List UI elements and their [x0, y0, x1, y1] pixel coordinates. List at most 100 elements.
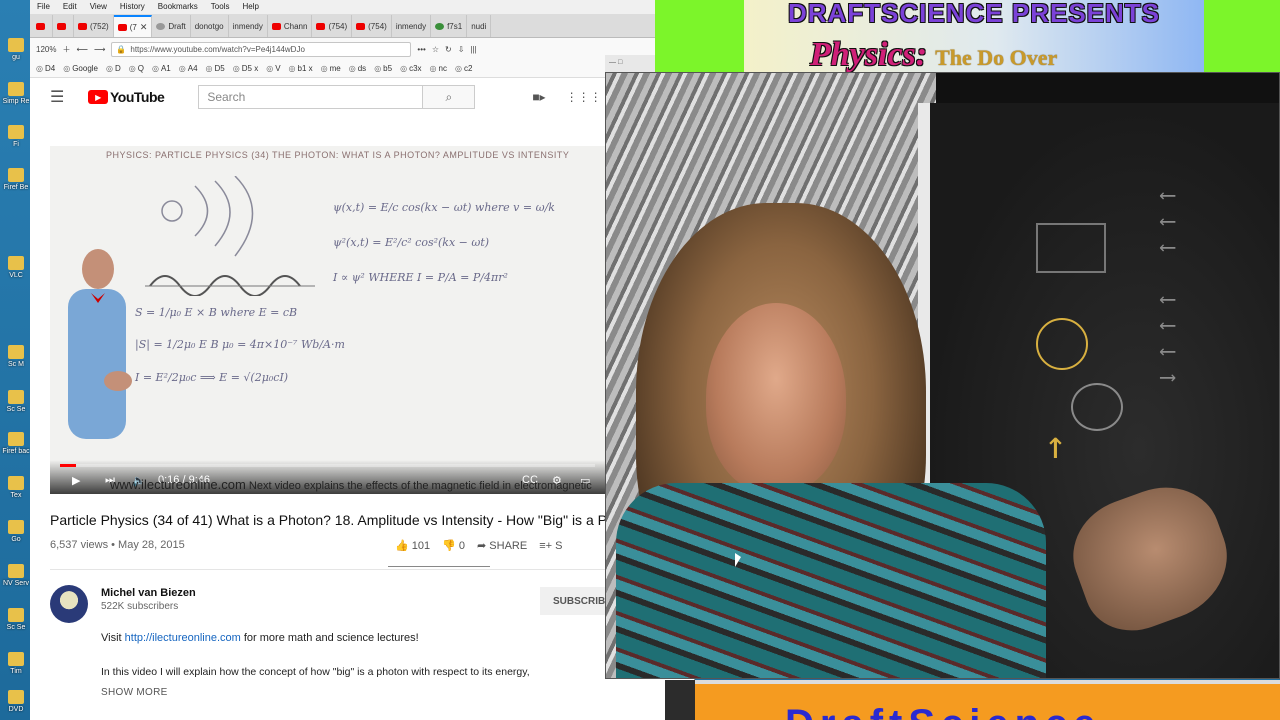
bookmark-item[interactable]: c3x	[400, 64, 421, 73]
mouse-cursor-icon	[735, 553, 741, 567]
play-icon[interactable]: ▶	[72, 474, 80, 487]
bookmark-item[interactable]: D5	[206, 64, 225, 73]
favicon-icon	[356, 22, 366, 30]
browser-tab[interactable]: Chann	[268, 15, 313, 37]
create-video-icon[interactable]: ■▸	[532, 90, 545, 104]
favicon-icon	[271, 22, 281, 30]
share-button[interactable]: ➦ SHARE	[477, 539, 527, 552]
bookmark-item[interactable]: A4	[179, 64, 198, 73]
desktop-icon[interactable]: Firef bac	[0, 432, 32, 456]
channel-name[interactable]: Michel van Biezen	[101, 587, 196, 599]
desktop-icon[interactable]: Tim	[0, 652, 32, 676]
close-tab-icon[interactable]: ✕	[140, 22, 148, 33]
bookmark-star-icon[interactable]: ☆	[432, 45, 439, 54]
progress-bar[interactable]	[60, 464, 595, 467]
whiteboard-equation: |S| = 1/2μ₀ E B μ₀ = 4π×10⁻⁷ Wb/A·m	[135, 338, 345, 351]
zoom-in-icon[interactable]: ＋	[62, 44, 70, 55]
youtube-play-icon: ▶	[88, 90, 108, 104]
menu-history[interactable]: History	[120, 2, 145, 14]
menu-edit[interactable]: Edit	[63, 2, 77, 14]
desktop-icon[interactable]: Sc Se	[0, 390, 32, 414]
tab-label: nudi	[471, 21, 487, 31]
reload-icon[interactable]: ↻	[445, 45, 452, 54]
browser-tab[interactable]	[53, 15, 74, 37]
browser-tab[interactable]: (754)	[352, 15, 392, 37]
browser-tab[interactable]: donotgo	[191, 15, 229, 37]
dark-gap	[665, 680, 695, 720]
show-more-button[interactable]: SHOW MORE	[101, 687, 168, 698]
like-button[interactable]: 👍 101	[395, 539, 430, 552]
download-icon[interactable]: ⇩	[458, 45, 465, 54]
save-button[interactable]: ≡+ S	[539, 540, 562, 552]
browser-tab[interactable]: inmendy	[392, 15, 432, 37]
browser-tab[interactable]: nudi	[467, 15, 492, 37]
desktop-icon-label: DVD	[8, 706, 24, 713]
description-line-1: Visit http://ilectureonline.com for more…	[101, 632, 419, 644]
bookmark-item[interactable]: b5	[374, 64, 392, 73]
bookmark-item[interactable]: me	[321, 64, 341, 73]
caption-site: www.ilectureonline.com	[110, 477, 246, 492]
favicon-icon	[36, 22, 45, 30]
browser-tab[interactable]: Draft	[152, 15, 191, 37]
desktop-icon[interactable]: Simp Re	[0, 82, 32, 106]
bookmark-item[interactable]: Q	[129, 64, 144, 73]
tab-label: Chann	[283, 21, 308, 31]
menu-help[interactable]: Help	[242, 2, 258, 14]
desktop-icon[interactable]: NV Serv	[0, 564, 32, 588]
desktop-icon[interactable]: gu	[0, 38, 32, 62]
menu-tools[interactable]: Tools	[211, 2, 230, 14]
bookmark-item[interactable]: D5 x	[233, 64, 258, 73]
forward-icon[interactable]: ⟶	[94, 45, 105, 54]
bookmark-item[interactable]: D	[106, 64, 121, 73]
description-link[interactable]: http://ilectureonline.com	[125, 632, 241, 644]
bookmark-item[interactable]: D4	[36, 64, 55, 73]
menu-view[interactable]: View	[90, 2, 107, 14]
search-button[interactable]: ⌕	[423, 85, 476, 109]
bookmark-item[interactable]: c2	[455, 64, 472, 73]
menu-bookmarks[interactable]: Bookmarks	[158, 2, 198, 14]
browser-tab[interactable]: (754)	[312, 15, 353, 37]
search-input[interactable]: Search	[198, 85, 424, 109]
video-player[interactable]: PHYSICS: PARTICLE PHYSICS (34) THE PHOTO…	[50, 146, 605, 494]
browser-tab[interactable]	[32, 15, 53, 37]
browser-tab[interactable]: (7 ✕	[113, 15, 153, 37]
camera-window-titlebar[interactable]: — □	[605, 55, 655, 72]
app-icon	[8, 652, 24, 666]
page-actions-icon[interactable]: •••	[417, 45, 425, 54]
desktop-icon[interactable]: Go	[0, 520, 32, 544]
library-icon[interactable]: |||	[470, 45, 476, 54]
tab-strip: (752) (7 ✕ Draft donotgo inmendy Chann (754) (75…	[30, 14, 694, 38]
person-shirt	[616, 483, 1046, 678]
back-icon[interactable]: ⟵	[76, 45, 87, 54]
menu-icon[interactable]: ☰	[50, 87, 68, 107]
bookmark-item[interactable]: Google	[63, 64, 98, 73]
desktop-icon[interactable]: Tex	[0, 476, 32, 500]
zoom-level[interactable]: 120%	[36, 45, 56, 54]
desktop-icon[interactable]: Sc Se	[0, 608, 32, 632]
desktop-icon-label: Sc Se	[6, 624, 26, 631]
channel-avatar[interactable]	[50, 585, 88, 623]
dislike-button[interactable]: 👎 0	[442, 539, 465, 552]
bookmark-item[interactable]: ds	[349, 64, 366, 73]
bookmark-item[interactable]: V	[266, 64, 280, 73]
navigation-toolbar: 120% ＋ ⟵ ⟶ 🔒 https://www.youtube.com/wat…	[30, 38, 694, 60]
browser-tab[interactable]: inmendy	[229, 15, 268, 37]
youtube-logo[interactable]: ▶ YouTube	[88, 89, 165, 105]
desktop-icon[interactable]: Firef Be	[0, 168, 32, 192]
app-icon	[8, 390, 24, 404]
desktop-icon[interactable]: Sc M	[0, 345, 32, 369]
browser-tab[interactable]: (752)	[74, 15, 114, 37]
bookmark-item[interactable]: A1	[152, 64, 171, 73]
desktop-icon[interactable]: VLC	[0, 256, 32, 280]
apps-grid-icon[interactable]: ⋮⋮⋮	[566, 90, 602, 104]
bookmark-item[interactable]: b1 x	[289, 64, 313, 73]
app-icon	[8, 690, 24, 704]
desktop-icon[interactable]: Fi	[0, 125, 32, 149]
browser-tab[interactable]: f7s1	[431, 15, 468, 37]
desktop-icon[interactable]: DVD	[0, 690, 32, 714]
menu-file[interactable]: File	[37, 2, 50, 14]
bookmark-item[interactable]: nc	[430, 64, 447, 73]
url-text: https://www.youtube.com/watch?v=Pe4j144w…	[130, 44, 305, 54]
video-caption: www.ilectureonline.com Next video explai…	[110, 477, 592, 492]
url-bar[interactable]: 🔒 https://www.youtube.com/watch?v=Pe4j14…	[111, 41, 412, 57]
